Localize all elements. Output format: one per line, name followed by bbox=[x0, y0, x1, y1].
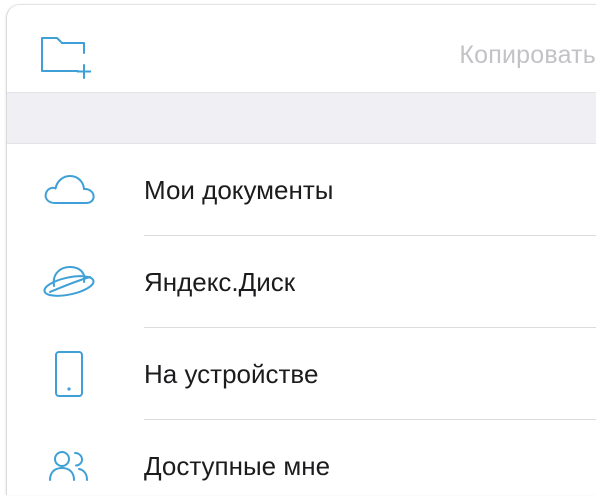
location-label: Мои документы bbox=[144, 175, 334, 205]
new-folder-icon bbox=[41, 37, 92, 79]
location-shared-with-me[interactable]: Доступные мне bbox=[7, 420, 596, 495]
location-label: Доступные мне bbox=[144, 451, 331, 481]
copy-destination-panel: Копировать Мои документы Яндекс.Диск На … bbox=[6, 4, 596, 495]
location-on-device[interactable]: На устройстве bbox=[7, 328, 596, 420]
copy-button[interactable]: Копировать bbox=[459, 41, 596, 70]
location-label: На устройстве bbox=[144, 359, 319, 389]
section-spacer bbox=[7, 92, 596, 144]
shared-users-icon bbox=[49, 451, 88, 481]
location-label: Яндекс.Диск bbox=[144, 267, 296, 297]
tablet-icon bbox=[55, 351, 83, 397]
locations-list: Мои документы Яндекс.Диск На устройстве … bbox=[7, 144, 596, 495]
location-yandex-disk[interactable]: Яндекс.Диск bbox=[7, 236, 596, 328]
cloud-icon bbox=[44, 175, 95, 204]
new-folder-button[interactable] bbox=[35, 29, 92, 79]
toolbar: Копировать bbox=[7, 5, 596, 92]
yandex-disk-icon bbox=[43, 265, 95, 297]
location-my-documents[interactable]: Мои документы bbox=[7, 144, 596, 236]
